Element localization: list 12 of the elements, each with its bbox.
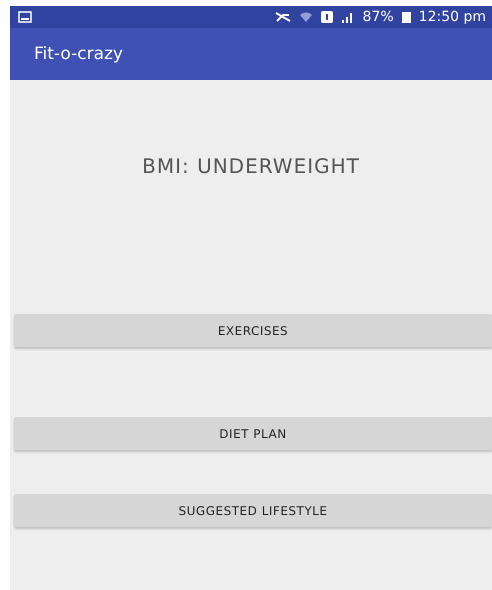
- sim-icon: [320, 11, 333, 23]
- menu-button[interactable]: SUGGESTED LIFESTYLE: [14, 494, 492, 527]
- menu-button[interactable]: EXERCISES: [14, 314, 492, 347]
- battery-icon: [402, 11, 411, 23]
- battery-percent: 87%: [362, 9, 394, 25]
- clock-time: 12:50 pm: [418, 9, 486, 25]
- app-title: Fit-o-crazy: [34, 44, 123, 64]
- bmi-result: BMI: UNDERWEIGHT: [141, 154, 361, 178]
- menu-button[interactable]: DIET PLAN: [14, 417, 492, 450]
- image-icon: [18, 11, 32, 23]
- wifi-icon: [298, 11, 313, 23]
- signal-icon: [340, 11, 355, 23]
